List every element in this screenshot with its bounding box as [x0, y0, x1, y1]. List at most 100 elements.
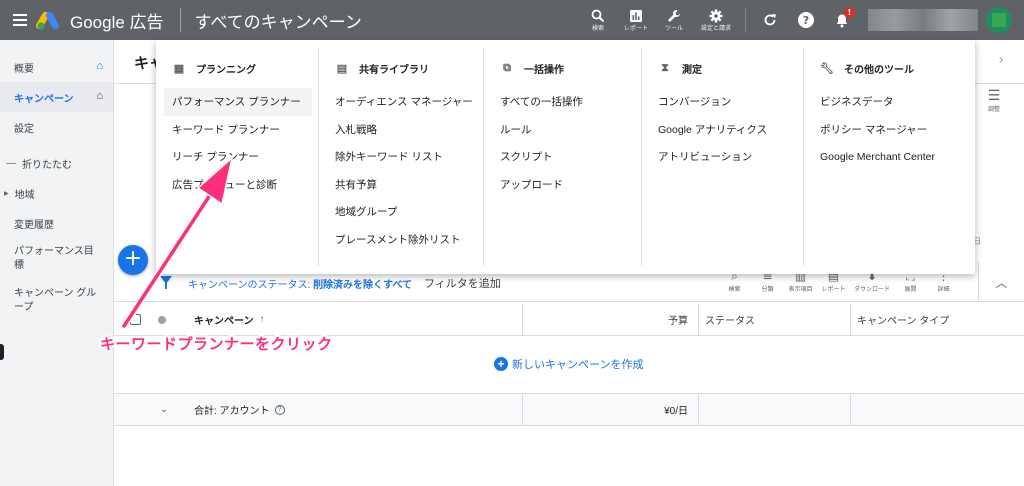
sidebar-item-performance-goals[interactable]: パフォーマンス目標: [0, 238, 113, 280]
column-header-label: キャンペーン: [194, 316, 254, 327]
tools-menu: ▦ プランニング パフォーマンス プランナー キーワード プランナー リーチ プ…: [156, 40, 975, 274]
tools-item-scripts[interactable]: スクリプト: [484, 143, 641, 171]
sidebar-item-label: 変更履歴: [14, 219, 54, 231]
header-report-button[interactable]: レポート: [617, 0, 655, 40]
tools-item-reach-planner[interactable]: リーチ プランナー: [156, 143, 318, 171]
search-icon: [591, 9, 605, 23]
tools-item-shared-budgets[interactable]: 共有予算: [319, 171, 483, 199]
tools-item-google-analytics[interactable]: Google アナリティクス: [642, 116, 803, 144]
filter-icon[interactable]: [160, 276, 172, 289]
triangle-right-icon: ▶: [4, 190, 9, 197]
tools-item-audience-manager[interactable]: オーディエンス マネージャー: [319, 88, 483, 116]
total-type-cell: [850, 394, 1024, 425]
home-icon: ⌂: [96, 90, 103, 102]
menu-icon[interactable]: [0, 0, 40, 40]
select-all-checkbox[interactable]: [130, 304, 141, 335]
calendar-icon: ▦: [173, 62, 185, 75]
help-button[interactable]: ?: [788, 0, 824, 40]
status-dot-header: [158, 304, 166, 335]
table-tool-label: 表示項目: [788, 287, 813, 293]
tools-item-rules[interactable]: ルール: [484, 116, 641, 144]
sidebar-item-settings[interactable]: 設定: [0, 112, 113, 142]
account-info-blurred[interactable]: [868, 9, 978, 31]
header-search-label: 検索: [591, 26, 604, 32]
sidebar-item-overview[interactable]: 概要 ⌂: [0, 52, 113, 82]
column-header-budget[interactable]: 予算: [522, 304, 698, 335]
logo-text: Google 広告: [70, 12, 164, 32]
tools-column-measurement: ⧗ 測定 コンバージョン Google アナリティクス アトリビューション: [641, 48, 803, 266]
table-tool-label: ダウンロード: [853, 287, 890, 293]
table-total-row: ⌄ 合計: アカウント? ¥0/日: [114, 394, 1024, 426]
header-divider: [179, 8, 181, 32]
chevron-right-icon[interactable]: ›: [998, 52, 1004, 68]
edge-handle[interactable]: [0, 344, 4, 360]
tools-column-title: 測定: [682, 64, 702, 76]
tools-item-business-data[interactable]: ビジネスデータ: [804, 88, 975, 116]
tools-column-planning: ▦ プランニング パフォーマンス プランナー キーワード プランナー リーチ プ…: [156, 48, 318, 266]
add-filter-button[interactable]: フィルタを追加: [424, 275, 501, 291]
notifications-button[interactable]: !: [824, 0, 860, 40]
wrench-icon: 🔧︎: [820, 62, 834, 75]
tools-item-negative-keyword-lists[interactable]: 除外キーワード リスト: [319, 143, 483, 171]
google-ads-logo[interactable]: Google 広告: [36, 8, 164, 33]
tools-item-uploads[interactable]: アップロード: [484, 171, 641, 199]
tools-column-bulk-actions: ⧉ 一括操作 すべての一括操作 ルール スクリプト アップロード: [483, 48, 641, 266]
sidebar-item-change-history[interactable]: 変更履歴: [0, 208, 113, 238]
sidebar-item-label: パフォーマンス目標: [14, 246, 94, 271]
gear-icon: [709, 9, 723, 23]
column-header-status[interactable]: ステータス: [698, 304, 850, 335]
sidebar-item-campaign-groups[interactable]: キャンペーン グループ: [0, 280, 113, 322]
top-app-bar: Google 広告 すべてのキャンペーン 検索 レポート ツール 設定と請求 ?: [0, 0, 1024, 40]
help-icon[interactable]: ?: [274, 404, 285, 415]
chart-adjust-button[interactable]: ☰ 調整: [984, 88, 1004, 113]
annotation-label: キーワードプランナーをクリック: [100, 335, 333, 353]
table-tool-label: 検索: [728, 287, 741, 293]
tools-item-conversions[interactable]: コンバージョン: [642, 88, 803, 116]
column-header-label: キャンペーン タイプ: [857, 316, 950, 327]
tools-column-heading: ⧉ 一括操作: [500, 58, 641, 78]
sidebar-item-campaigns[interactable]: キャンペーン ⌂: [0, 82, 113, 112]
refresh-button[interactable]: [752, 0, 788, 40]
tools-item-location-groups[interactable]: 地域グループ: [319, 198, 483, 226]
header-tools-divider: [745, 8, 746, 32]
tools-column-title: プランニング: [196, 64, 256, 76]
tools-column-heading: ▤ 共有ライブラリ: [335, 58, 483, 78]
sidebar-item-label: 折りたたむ: [22, 159, 72, 171]
tools-column-heading: 🔧︎ その他のツール: [820, 58, 975, 78]
tools-item-bid-strategies[interactable]: 入札戦略: [319, 116, 483, 144]
table-header-row: キャンペーン ↑ 予算 ステータス キャンペーン タイプ: [114, 304, 1024, 336]
header-search-button[interactable]: 検索: [579, 0, 617, 40]
campaign-status-filter[interactable]: キャンペーンのステータス: 削除済みを除くすべて: [188, 276, 412, 291]
chevron-up-icon: ︿: [995, 275, 1008, 290]
sort-arrow-up-icon: ↑: [259, 314, 265, 325]
tools-item-placement-exclusion-lists[interactable]: プレースメント除外リスト: [319, 226, 483, 254]
minus-icon: —: [6, 157, 16, 169]
new-campaign-link[interactable]: + 新しいキャンペーンを作成: [494, 356, 643, 372]
tools-item-all-bulk-actions[interactable]: すべての一括操作: [484, 88, 641, 116]
header-report-label: レポート: [623, 26, 648, 32]
chevron-down-icon[interactable]: ⌄: [160, 394, 168, 425]
chart-adjust-label: 調整: [987, 106, 1000, 113]
tools-column-other-tools: 🔧︎ その他のツール ビジネスデータ ポリシー マネージャー Google Me…: [803, 48, 975, 266]
tools-item-keyword-planner[interactable]: キーワード プランナー: [156, 116, 318, 144]
column-header-label: ステータス: [705, 316, 755, 327]
tools-item-policy-manager[interactable]: ポリシー マネージャー: [804, 116, 975, 144]
tools-item-ad-preview[interactable]: 広告プレビューと診断: [156, 171, 318, 199]
total-label: 合計: アカウント?: [194, 394, 285, 425]
header-settings-button[interactable]: 設定と請求: [693, 0, 739, 40]
tools-column-heading: ⧗ 測定: [658, 58, 803, 78]
tools-column-shared-library: ▤ 共有ライブラリ オーディエンス マネージャー 入札戦略 除外キーワード リス…: [318, 48, 483, 266]
column-header-campaign[interactable]: キャンペーン ↑: [194, 304, 265, 335]
header-tools-button[interactable]: ツール: [655, 0, 693, 40]
avatar[interactable]: [986, 7, 1012, 33]
tools-column-title: その他のツール: [844, 64, 914, 76]
tools-item-google-merchant-center[interactable]: Google Merchant Center: [804, 143, 975, 171]
sidebar-item-collapse[interactable]: — 折りたたむ: [0, 148, 113, 178]
home-icon: ⌂: [96, 60, 103, 72]
tools-item-performance-planner[interactable]: パフォーマンス プランナー: [164, 88, 312, 116]
sidebar-item-locations[interactable]: ▶ 地域: [0, 178, 113, 208]
tools-item-attribution[interactable]: アトリビューション: [642, 143, 803, 171]
collapse-table-button[interactable]: ︿: [978, 262, 1024, 302]
sidebar-item-label: キャンペーン グループ: [14, 288, 97, 313]
column-header-campaign-type[interactable]: キャンペーン タイプ: [850, 304, 1024, 335]
